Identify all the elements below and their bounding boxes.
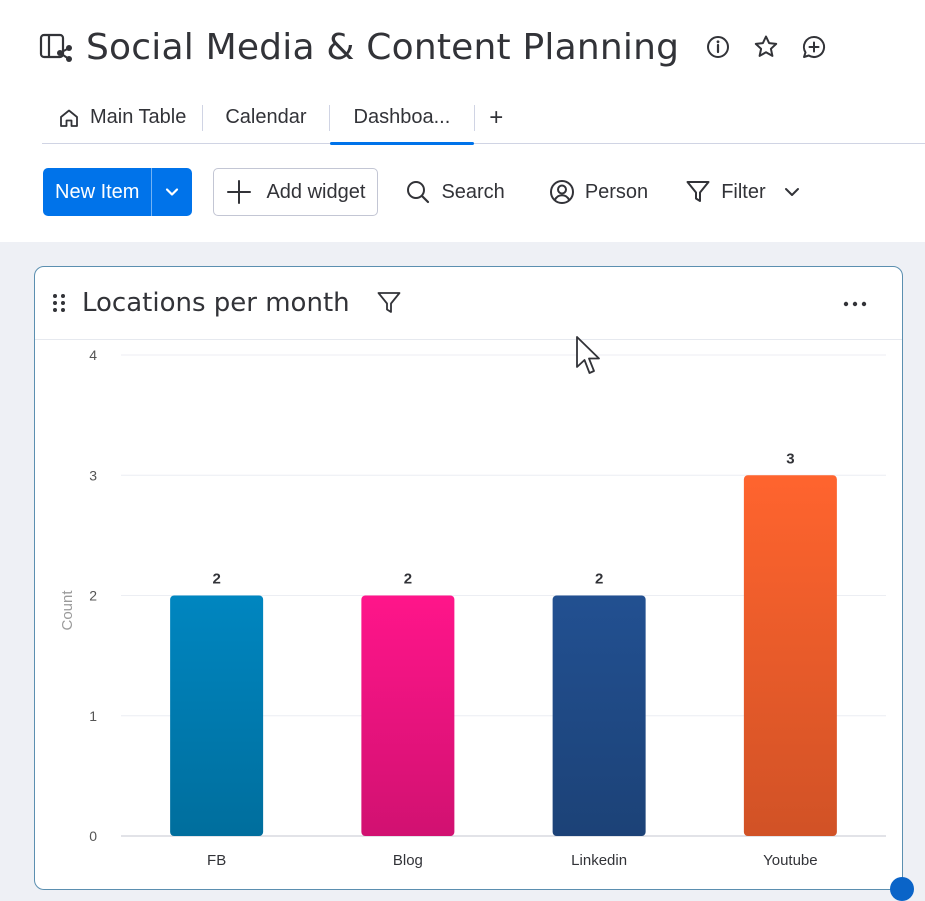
y-tick-label: 0 [89, 828, 97, 844]
x-tick-label: Blog [393, 852, 423, 869]
data-label: 2 [212, 571, 220, 588]
page-title: Social Media & Content Planning [86, 26, 680, 68]
chat-add-icon[interactable] [801, 34, 827, 60]
info-icon[interactable] [705, 34, 731, 60]
filter-button[interactable]: Filter [685, 179, 801, 205]
person-icon [549, 180, 574, 204]
toolbar: New Item Add widget Search Person Filter [43, 168, 802, 216]
data-label: 2 [595, 571, 603, 588]
search-label: Search [441, 180, 505, 203]
resize-handle[interactable] [890, 877, 914, 901]
add-widget-button[interactable]: Add widget [213, 168, 379, 216]
tab-main-table[interactable]: Main Table [42, 92, 202, 144]
new-item-dropdown[interactable] [152, 168, 192, 216]
more-options-icon[interactable] [842, 291, 868, 317]
chevron-down-icon [166, 188, 179, 196]
board-header: Social Media & Content Planning Main Tab… [0, 0, 925, 242]
tab-label: Calendar [225, 106, 307, 128]
search-icon [407, 181, 430, 204]
drag-handle-icon[interactable] [52, 293, 66, 313]
star-icon[interactable] [753, 34, 779, 60]
filter-label: Filter [721, 180, 766, 203]
y-tick-label: 1 [89, 708, 97, 724]
view-tabs: Main Table Calendar Dashboa... + [42, 92, 925, 145]
bar-chart: 0 1 2 3 4 Count 2 FB 2 Blog 2 Linkedin 3 Youtube [59, 347, 886, 869]
title-row: Social Media & Content Planning [38, 22, 827, 72]
y-tick-label: 2 [89, 588, 97, 604]
bar-youtube [743, 475, 837, 836]
x-tick-label: FB [207, 852, 226, 869]
chart-area: 0 1 2 3 4 Count 2 FB 2 Blog 2 Linkedin 3 Youtube [35, 341, 902, 889]
search-button[interactable]: Search [405, 179, 505, 205]
board-share-icon [39, 33, 72, 62]
home-icon [60, 109, 78, 127]
add-view-button[interactable]: + [475, 92, 517, 144]
add-widget-label: Add widget [266, 180, 366, 203]
mouse-cursor-icon [576, 336, 600, 374]
title-actions [705, 34, 827, 60]
chart-widget[interactable]: Locations per month 0 1 2 3 4 Count 2 FB 2 Blog 2 L… [34, 266, 914, 901]
widget-header: Locations per month [35, 267, 902, 340]
bar-fb [170, 595, 264, 836]
bar-linkedin [552, 595, 646, 836]
person-label: Person [584, 180, 649, 203]
filter-icon[interactable] [376, 290, 402, 316]
y-tick-label: 3 [89, 467, 97, 483]
data-label: 3 [786, 450, 794, 467]
chevron-down-icon[interactable] [782, 182, 802, 202]
y-tick-label: 4 [89, 347, 97, 363]
tab-dashboard[interactable]: Dashboa... [329, 92, 475, 145]
data-label: 2 [404, 571, 412, 588]
new-item-button[interactable]: New Item [43, 168, 193, 216]
x-tick-label: Linkedin [571, 852, 627, 869]
bar-blog [361, 595, 455, 836]
filter-icon [686, 181, 710, 202]
new-item-label[interactable]: New Item [43, 168, 151, 216]
x-tick-label: Youtube [763, 852, 818, 869]
tab-calendar[interactable]: Calendar [203, 92, 328, 144]
plus-icon [227, 180, 252, 204]
tab-label: Dashboa... [353, 106, 451, 128]
tab-label: Main Table [90, 106, 187, 128]
person-filter-button[interactable]: Person [549, 179, 648, 205]
y-axis-label: Count [59, 590, 76, 631]
widget-title: Locations per month [82, 288, 350, 318]
